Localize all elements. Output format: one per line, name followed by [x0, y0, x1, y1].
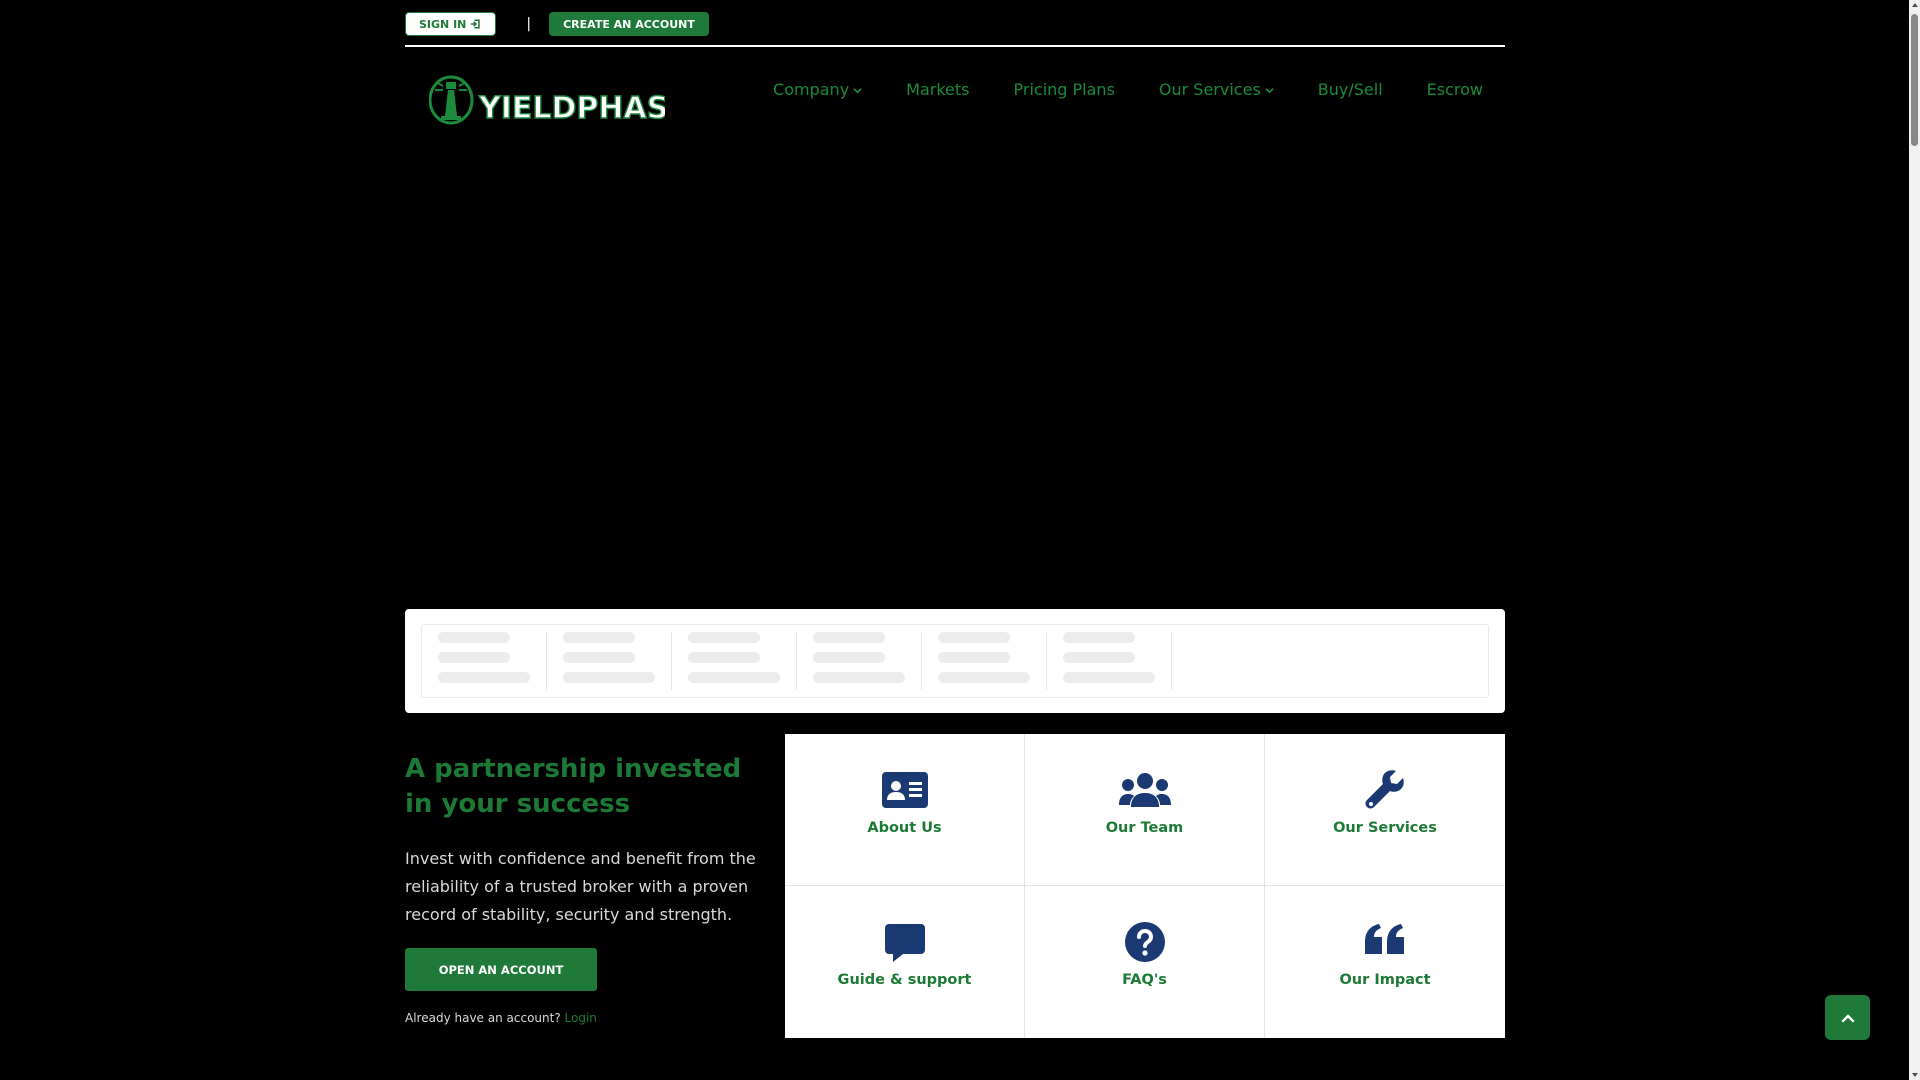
svg-text:YIELDPHASE: YIELDPHASE: [478, 91, 665, 126]
ticker-cell: [422, 632, 547, 690]
main-nav: Company Markets Pricing Plans Our Servic…: [773, 80, 1483, 99]
card-our-impact-label: Our Impact: [1339, 972, 1431, 988]
card-our-impact[interactable]: Our Impact: [1265, 886, 1505, 1038]
card-faqs-label: FAQ's: [1122, 972, 1167, 988]
ticker-cell: [922, 632, 1047, 690]
users-icon: [1118, 770, 1171, 810]
nav-company[interactable]: Company: [773, 80, 862, 99]
nav-pricing-label: Pricing Plans: [1013, 80, 1115, 99]
ticker-cell: [672, 632, 797, 690]
nav-buy-sell-label: Buy/Sell: [1317, 80, 1383, 99]
lighthouse-icon: [429, 75, 474, 125]
ticker-cell: [1047, 632, 1172, 690]
open-account-button[interactable]: OPEN AN ACCOUNT: [405, 948, 597, 991]
top-bar: SIGN IN | CREATE AN ACCOUNT: [405, 11, 1505, 37]
partnership-heading: A partnership invested in your success: [405, 754, 742, 819]
already-have-account: Already have an account? Login: [405, 1011, 597, 1025]
scroll-down-arrow-icon[interactable]: [1912, 1073, 1918, 1077]
nav-markets-label: Markets: [906, 80, 970, 99]
id-card-icon: [881, 770, 928, 810]
sign-in-label: SIGN IN: [419, 17, 467, 31]
ticker-widget: [405, 609, 1505, 713]
create-account-button[interactable]: CREATE AN ACCOUNT: [549, 12, 709, 36]
card-our-team-label: Our Team: [1105, 820, 1184, 836]
nav-escrow[interactable]: Escrow: [1427, 80, 1483, 99]
brand-logo[interactable]: YIELDPHASE: [429, 74, 665, 126]
scroll-to-top-button[interactable]: [1825, 995, 1870, 1040]
chevron-down-icon: [853, 88, 862, 94]
comment-icon: [884, 922, 925, 962]
card-about-us-label: About Us: [867, 820, 942, 836]
chevron-down-icon: [1265, 88, 1274, 94]
page-scrollbar[interactable]: [1909, 0, 1920, 1080]
already-text: Already have an account?: [405, 1011, 561, 1025]
quick-links-grid: About Us Our Team Our Services Guide & s…: [785, 734, 1505, 1038]
nav-services-label: Our Services: [1158, 80, 1261, 99]
chevron-up-icon: [1841, 1013, 1854, 1022]
card-our-team[interactable]: Our Team: [1025, 734, 1265, 886]
nav-our-services[interactable]: Our Services: [1159, 80, 1274, 99]
card-guide-support[interactable]: Guide & support: [785, 886, 1025, 1038]
nav-company-label: Company: [773, 80, 850, 99]
card-faqs[interactable]: FAQ's: [1025, 886, 1265, 1038]
topbar-divider: |: [526, 16, 532, 32]
top-divider-line: [405, 45, 1505, 47]
ticker-cell: [797, 632, 922, 690]
card-about-us[interactable]: About Us: [785, 734, 1025, 886]
scrollbar-thumb[interactable]: [1911, 14, 1918, 146]
card-our-services[interactable]: Our Services: [1265, 734, 1505, 886]
question-circle-icon: [1124, 922, 1165, 962]
quote-icon: [1365, 922, 1405, 962]
site-header: YIELDPHASE Company Markets Pricing Plans…: [405, 70, 1505, 126]
sign-in-icon: [471, 19, 481, 29]
scroll-up-arrow-icon[interactable]: [1912, 3, 1918, 7]
card-our-services-label: Our Services: [1333, 820, 1437, 836]
ticker-cell: [547, 632, 672, 690]
nav-pricing-plans[interactable]: Pricing Plans: [1014, 80, 1115, 99]
partnership-text: Invest with confidence and benefit from …: [405, 849, 756, 924]
nav-buy-sell[interactable]: Buy/Sell: [1318, 80, 1383, 99]
nav-escrow-label: Escrow: [1426, 80, 1483, 99]
card-guide-support-label: Guide & support: [837, 972, 972, 988]
login-link[interactable]: Login: [565, 1011, 597, 1025]
sign-in-button[interactable]: SIGN IN: [405, 12, 497, 36]
nav-markets[interactable]: Markets: [906, 80, 969, 99]
ticker-loading-placeholder: [421, 624, 1489, 698]
wrench-icon: [1365, 770, 1405, 810]
